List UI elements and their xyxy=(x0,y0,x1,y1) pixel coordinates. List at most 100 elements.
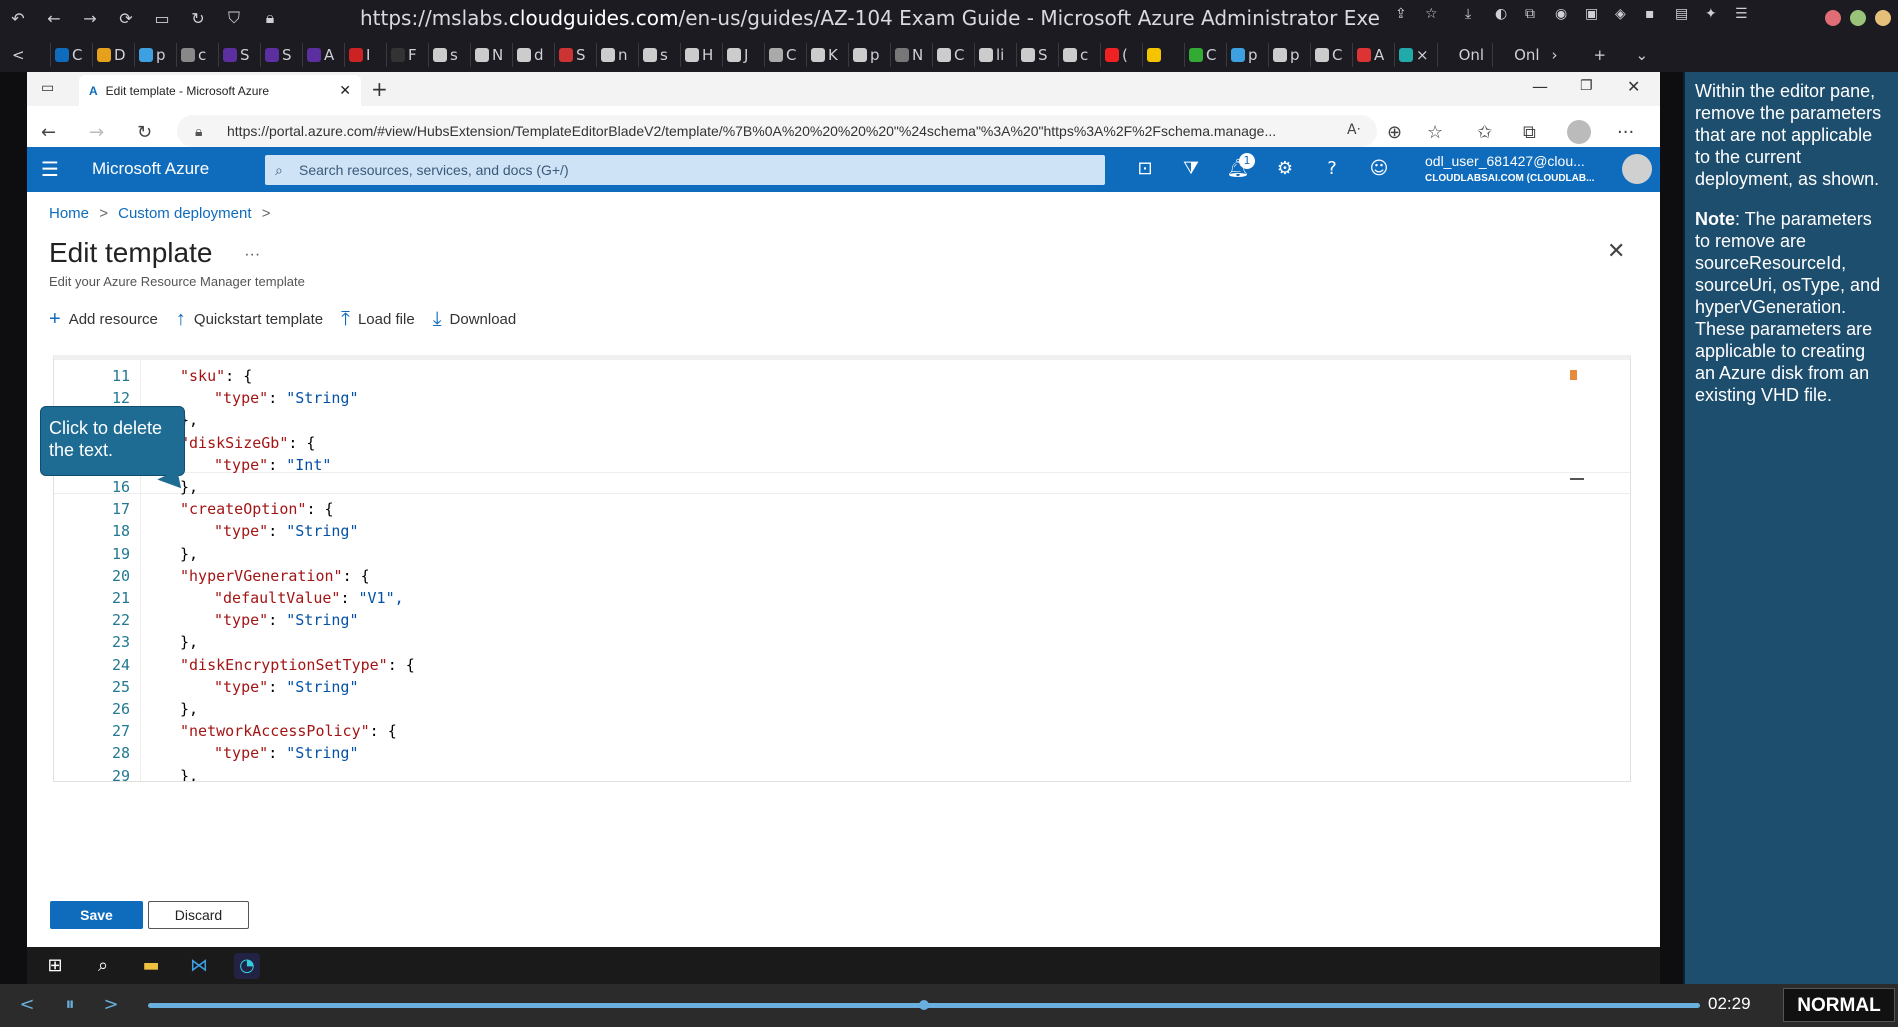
extension-c-icon[interactable]: ◐ xyxy=(1495,6,1507,30)
restore-icon[interactable]: ❐ xyxy=(1580,78,1593,94)
code-line[interactable]: 19}, xyxy=(54,543,1630,565)
outer-tab[interactable]: F xyxy=(386,43,424,67)
code-line[interactable]: 14"diskSizeGb": { xyxy=(54,432,1630,454)
playback-mode[interactable]: NORMAL xyxy=(1783,988,1895,1022)
outer-tab[interactable]: D xyxy=(92,43,130,67)
outer-tab[interactable]: C xyxy=(50,43,88,67)
search-icon[interactable]: ⌕ xyxy=(90,953,116,979)
code-line[interactable]: 20 "hyperVGeneration": { xyxy=(54,565,1630,587)
profile-avatar[interactable] xyxy=(1567,120,1591,144)
code-line[interactable]: 13}, xyxy=(54,409,1630,431)
code-line[interactable]: 17 "createOption": { xyxy=(54,498,1630,520)
code-line[interactable]: 15"type": "Int" xyxy=(54,454,1630,476)
tab-edit-template[interactable]: A Edit template - Microsoft Azure ✕ xyxy=(79,75,361,106)
help-icon[interactable]: ? xyxy=(1320,158,1344,179)
previous-step-icon[interactable]: < xyxy=(12,994,42,1015)
outer-tab[interactable]: N xyxy=(470,43,508,67)
outer-address-bar[interactable]: https://mslabs.cloudguides.com/en-us/gui… xyxy=(360,6,1380,30)
forward-icon[interactable]: → xyxy=(72,9,108,28)
guide-callout[interactable]: Click to delete the text. xyxy=(40,406,185,476)
feedback-icon[interactable]: ☺ xyxy=(1367,158,1391,179)
star-icon[interactable]: ☆ xyxy=(1425,6,1438,30)
pin-icon[interactable]: ✦ xyxy=(1705,6,1717,30)
outer-tab[interactable]: J xyxy=(722,43,760,67)
code-line[interactable]: 11 "sku": { xyxy=(54,365,1630,387)
share-icon[interactable]: ⇪ xyxy=(1395,6,1407,30)
more-options-icon[interactable]: ··· xyxy=(244,246,260,263)
azure-brand[interactable]: Microsoft Azure xyxy=(92,159,209,179)
code-line[interactable]: 16}, xyxy=(54,476,1630,498)
code-line[interactable]: 24 "diskEncryptionSetType": { xyxy=(54,654,1630,676)
user-tenant[interactable]: CLOUDLABSAI.COM (CLOUDLAB... xyxy=(1425,173,1594,184)
extensions-icon[interactable]: ⧉ xyxy=(1525,6,1535,30)
pause-icon[interactable]: ⏸ xyxy=(55,994,85,1015)
user-name[interactable]: odl_user_681427@clou... xyxy=(1425,153,1585,169)
outer-tab[interactable]: N xyxy=(890,43,928,67)
read-aloud-icon[interactable]: Aᐧ xyxy=(1347,122,1360,138)
profile-icon[interactable]: ◉ xyxy=(1555,6,1567,30)
outer-tab[interactable]: s xyxy=(428,43,466,67)
outer-tab[interactable]: A xyxy=(302,43,340,67)
shield-icon[interactable]: ⛉ xyxy=(216,8,252,28)
download-button[interactable]: ⤓ Download xyxy=(433,308,517,331)
tab-scroll-left-icon[interactable]: < xyxy=(8,43,46,67)
cloud-shell-icon[interactable]: ⊡ xyxy=(1133,158,1157,179)
settings-gear-icon[interactable]: ⚙ xyxy=(1273,158,1297,179)
tab-scroll-right-icon[interactable]: › xyxy=(1548,43,1586,67)
outer-tab[interactable]: S xyxy=(1016,43,1054,67)
outer-tab[interactable]: c xyxy=(176,43,214,67)
progress-thumb[interactable] xyxy=(919,1000,929,1010)
hamburger-menu-icon[interactable]: ☰ xyxy=(41,157,59,181)
outer-tab[interactable]: S xyxy=(218,43,256,67)
outer-tab[interactable]: c xyxy=(1058,43,1096,67)
reader-icon[interactable]: ▤ xyxy=(1675,6,1688,30)
close-blade-icon[interactable]: ✕ xyxy=(1607,239,1625,264)
back-icon[interactable]: ← xyxy=(41,122,56,143)
add-resource-button[interactable]: + Add resource xyxy=(49,308,158,331)
forward-icon[interactable]: → xyxy=(89,122,104,143)
outer-tab[interactable]: S xyxy=(554,43,592,67)
close-window-icon[interactable] xyxy=(1825,10,1841,26)
code-line[interactable]: 28 "type": "String" xyxy=(54,742,1630,764)
vscode-icon[interactable]: ⋈ xyxy=(186,953,212,979)
edge-icon[interactable]: ◔ xyxy=(234,952,260,979)
file-explorer-icon[interactable]: ▬ xyxy=(138,953,164,979)
tab-actions-icon[interactable]: ▭ xyxy=(41,80,54,96)
favorites-icon[interactable]: ✩ xyxy=(1477,122,1492,143)
extension-mv-icon[interactable]: ▪ xyxy=(1645,6,1655,30)
sidebar-icon[interactable]: ▭ xyxy=(144,9,180,28)
code-line[interactable]: 18 "type": "String" xyxy=(54,520,1630,542)
user-avatar[interactable] xyxy=(1622,154,1652,184)
code-line[interactable]: 22 "type": "String" xyxy=(54,609,1630,631)
settings-more-icon[interactable]: ··· xyxy=(1617,122,1634,143)
close-tab-icon[interactable]: ✕ xyxy=(339,82,351,99)
close-icon[interactable]: ✕ xyxy=(1627,77,1640,96)
code-line[interactable]: 12 "type": "String" xyxy=(54,387,1630,409)
next-step-icon[interactable]: > xyxy=(96,994,126,1015)
inner-url-field[interactable]: 🔒︎ https://portal.azure.com/#view/HubsEx… xyxy=(177,115,1377,147)
refresh-icon[interactable]: ↻ xyxy=(137,122,152,143)
save-button[interactable]: Save xyxy=(50,901,143,929)
favorite-icon[interactable]: ☆ xyxy=(1427,122,1443,143)
minimize-window-icon[interactable] xyxy=(1875,10,1891,26)
outer-tab[interactable]: n xyxy=(596,43,634,67)
outer-tab[interactable]: S xyxy=(260,43,298,67)
breadcrumb-home[interactable]: Home xyxy=(49,205,89,222)
outer-tab[interactable] xyxy=(1142,43,1180,67)
reload-icon[interactable]: ↻ xyxy=(180,9,216,28)
code-line[interactable]: 21 "defaultValue": "V1", xyxy=(54,587,1630,609)
menu-icon[interactable]: ☰ xyxy=(1735,6,1748,30)
new-tab-icon[interactable]: + xyxy=(1590,43,1628,67)
outer-tab[interactable]: K xyxy=(806,43,844,67)
outer-tab[interactable]: C xyxy=(932,43,970,67)
extension-x-icon[interactable]: ◈ xyxy=(1615,6,1626,30)
outer-tab[interactable]: Onl xyxy=(1492,43,1543,67)
tab-list-icon[interactable]: ⌄ xyxy=(1632,43,1670,67)
extension-u-icon[interactable]: ▣ xyxy=(1585,6,1598,30)
outer-tab[interactable]: p xyxy=(134,43,172,67)
history-icon[interactable]: ⟳ xyxy=(108,9,144,28)
outer-tab[interactable]: d xyxy=(512,43,550,67)
windows-start-icon[interactable]: ⊞ xyxy=(42,953,68,979)
directory-filter-icon[interactable]: ⧩ xyxy=(1179,158,1203,179)
code-line[interactable]: 26}, xyxy=(54,698,1630,720)
